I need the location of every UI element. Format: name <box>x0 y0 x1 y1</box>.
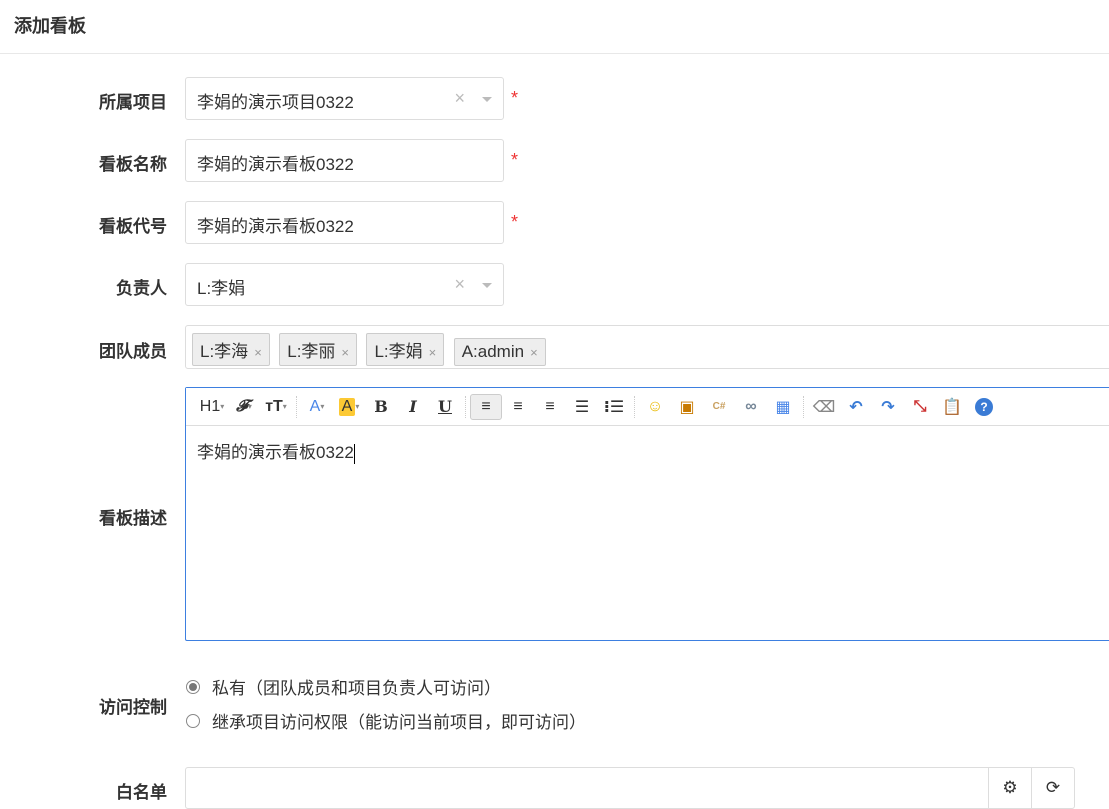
separator <box>296 395 297 418</box>
unordered-list-icon[interactable]: ⁝☰ <box>598 394 630 420</box>
radio-checked-icon[interactable] <box>186 679 200 694</box>
align-center-icon[interactable]: ≡ <box>502 394 534 420</box>
option-label: 私有（团队成员和项目负责人可访问） <box>212 679 501 698</box>
member-name: A:admin <box>461 342 525 361</box>
separator <box>634 395 635 418</box>
size-text: ᴛT <box>265 397 283 415</box>
team-members-input[interactable]: L:李海 × L:李丽 × L:李娟 × A:admin × <box>185 325 1109 369</box>
emoji-icon[interactable]: ☺ <box>639 394 671 420</box>
description-editor[interactable]: H1 ▾ 𝓕 ▾ ᴛT ▾ A ▾ A ▾ B I U ≡ ≡ ≡ ☰ ⁝☰ ☺ ▣ C#… <box>185 387 1109 641</box>
editor-content[interactable]: 李娟的演示看板0322 <box>186 426 1109 476</box>
code-icon[interactable]: C# <box>703 394 735 420</box>
project-select[interactable]: 李娟的演示项目0322 × <box>185 77 504 120</box>
text-cursor <box>353 443 355 464</box>
member-tag: L:李丽 × <box>279 333 358 366</box>
remove-icon[interactable]: × <box>530 345 538 360</box>
whitelist-input[interactable]: ⚙ ⟳ <box>185 767 1075 809</box>
description-text: 李娟的演示看板0322 <box>197 443 354 462</box>
name-input[interactable]: 李娟的演示看板0322 <box>185 139 504 182</box>
member-name: L:李娟 <box>374 342 423 361</box>
bold-button[interactable]: B <box>365 394 397 420</box>
radio-unchecked-icon[interactable] <box>186 713 200 728</box>
clear-icon[interactable]: × <box>454 88 465 109</box>
description-label: 看板描述 <box>99 509 167 528</box>
underline-button[interactable]: U <box>429 394 461 420</box>
option-label: 继承项目访问权限（能访问当前项目，即可访问） <box>212 713 586 732</box>
insert-image-icon[interactable]: ▣ <box>671 394 703 420</box>
help-icon[interactable]: ? <box>975 397 993 416</box>
editor-toolbar: H1 ▾ 𝓕 ▾ ᴛT ▾ A ▾ A ▾ B I U ≡ ≡ ≡ ☰ ⁝☰ ☺ ▣ C#… <box>186 388 1109 426</box>
font-color-button[interactable]: A ▾ <box>301 394 333 420</box>
color-text: A <box>309 397 321 415</box>
page-title: 添加看板 <box>0 0 1109 54</box>
undo-icon[interactable]: ↶ <box>840 394 872 420</box>
chevron-down-icon[interactable] <box>482 97 492 102</box>
required-mark: * <box>511 212 519 232</box>
link-icon[interactable]: ∞ <box>735 394 767 420</box>
refresh-icon[interactable]: ⟳ <box>1031 768 1074 808</box>
remove-icon[interactable]: × <box>429 345 437 360</box>
member-tag: A:admin × <box>453 338 546 366</box>
remove-icon[interactable]: × <box>254 345 262 360</box>
separator <box>803 395 804 418</box>
required-mark: * <box>511 88 519 108</box>
fullscreen-icon[interactable]: ⤡ <box>904 394 936 420</box>
bg-color-button[interactable]: A ▾ <box>333 394 365 420</box>
owner-select[interactable]: L:李娟 × <box>185 263 504 306</box>
eraser-icon[interactable]: ⌫ <box>808 394 840 420</box>
code-label: 看板代号 <box>99 217 167 236</box>
heading-button[interactable]: H1 ▾ <box>196 394 228 420</box>
whitelist-label: 白名单 <box>116 783 167 802</box>
ordered-list-icon[interactable]: ☰ <box>566 394 598 420</box>
align-left-icon[interactable]: ≡ <box>470 393 502 420</box>
align-right-icon[interactable]: ≡ <box>534 394 566 420</box>
team-label: 团队成员 <box>99 342 167 361</box>
project-label: 所属项目 <box>99 93 167 112</box>
owner-label: 负责人 <box>116 279 167 298</box>
table-icon[interactable]: ▦ <box>767 394 799 420</box>
member-name: L:李丽 <box>287 342 336 361</box>
italic-button[interactable]: I <box>397 394 429 420</box>
font-size-button[interactable]: ᴛT ▾ <box>260 394 292 420</box>
redo-icon[interactable]: ↷ <box>872 394 904 420</box>
required-mark: * <box>511 150 519 170</box>
name-label: 看板名称 <box>99 155 167 174</box>
access-inherit-radio[interactable]: 继承项目访问权限（能访问当前项目，即可访问） <box>186 708 586 733</box>
font-text: 𝓕 <box>236 397 248 415</box>
member-tag: L:李娟 × <box>366 333 445 366</box>
clear-icon[interactable]: × <box>454 274 465 295</box>
paste-icon[interactable]: 📋 <box>936 394 968 420</box>
member-tag: L:李海 × <box>192 333 270 366</box>
access-private-radio[interactable]: 私有（团队成员和项目负责人可访问） <box>186 674 501 699</box>
bg-text: A <box>338 397 356 416</box>
remove-icon[interactable]: × <box>341 345 349 360</box>
access-label: 访问控制 <box>99 698 167 717</box>
font-family-button[interactable]: 𝓕 ▾ <box>228 394 260 420</box>
chevron-down-icon[interactable] <box>482 283 492 288</box>
owner-value: L:李娟 <box>197 279 246 298</box>
project-value: 李娟的演示项目0322 <box>197 93 354 112</box>
member-name: L:李海 <box>200 342 249 361</box>
separator <box>465 395 466 418</box>
settings-gear-icon[interactable]: ⚙ <box>988 768 1031 808</box>
code-input[interactable]: 李娟的演示看板0322 <box>185 201 504 244</box>
heading-text: H1 <box>199 397 221 415</box>
